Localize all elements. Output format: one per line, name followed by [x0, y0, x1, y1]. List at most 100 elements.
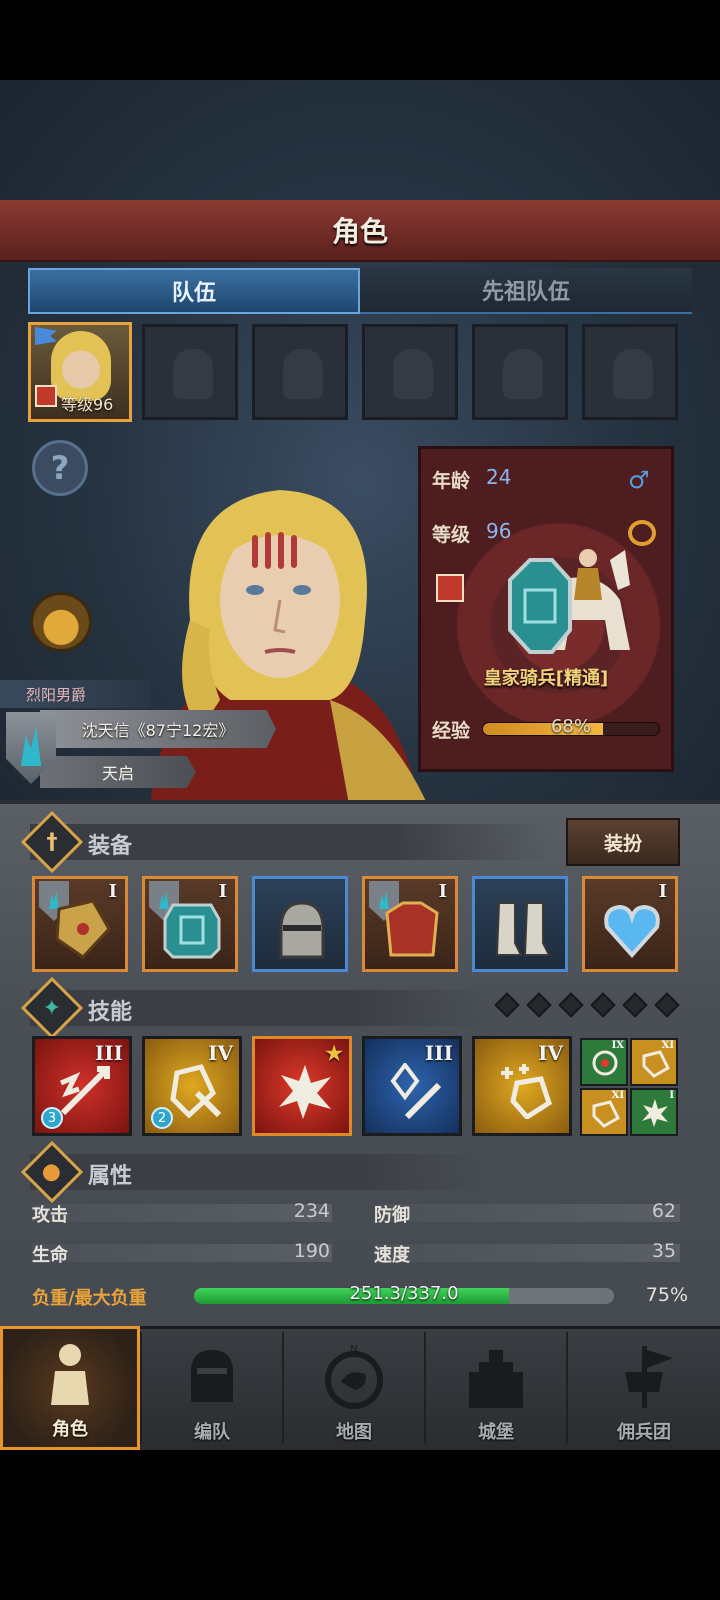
- skill-tier: III: [94, 1041, 123, 1065]
- male-icon: ♂: [628, 466, 650, 494]
- defense-label: 防御: [374, 1205, 410, 1226]
- equip-slot-gauntlet[interactable]: I: [32, 876, 128, 972]
- leader-flag-icon: [35, 327, 57, 345]
- cavalry-badge-icon: [35, 385, 57, 407]
- armor-icon: [385, 901, 439, 957]
- pouch-button[interactable]: [30, 592, 92, 652]
- skill-tier: IV: [208, 1041, 233, 1065]
- equip-slot-boots[interactable]: [472, 876, 568, 972]
- mini-skill-slot[interactable]: XI: [630, 1038, 678, 1086]
- nav-castle[interactable]: 城堡: [426, 1326, 566, 1450]
- level-label: 等级: [432, 524, 471, 546]
- party-slot-empty[interactable]: [362, 324, 458, 420]
- burst-icon: [279, 1065, 331, 1119]
- party-slot-empty[interactable]: [142, 324, 238, 420]
- party-slot-empty[interactable]: [582, 324, 678, 420]
- skill-gem-count: 3: [41, 1107, 63, 1129]
- skill-gem-count: 2: [151, 1107, 173, 1129]
- equip-slot-helmet[interactable]: [252, 876, 348, 972]
- crystal-sword-icon: [390, 1063, 442, 1119]
- nav-formation[interactable]: 编队: [142, 1326, 282, 1450]
- equip-slot-shield[interactable]: I: [142, 876, 238, 972]
- skill-tier: IV: [538, 1041, 563, 1065]
- defense-value: 62: [651, 1200, 676, 1222]
- shield-icon: [642, 1050, 670, 1078]
- helmet-placeholder-icon: [393, 349, 433, 399]
- attack-value: 234: [293, 1200, 330, 1222]
- speed-value: 35: [651, 1240, 676, 1262]
- shield-icon: [592, 1100, 620, 1128]
- mini-skill-slot[interactable]: XI: [580, 1088, 628, 1136]
- helmet-placeholder-icon: [613, 349, 653, 399]
- party-slot-empty[interactable]: [252, 324, 348, 420]
- character-title: 烈阳男爵: [0, 680, 150, 708]
- helmet-placeholder-icon: [503, 349, 543, 399]
- nav-character[interactable]: 角色: [0, 1326, 140, 1450]
- target-icon: [592, 1050, 618, 1076]
- mini-skill-slot[interactable]: IX: [580, 1038, 628, 1086]
- hp-label: 生命: [32, 1245, 68, 1266]
- equipment-title: 装备: [88, 834, 133, 859]
- load-value: 251.3/337.0: [349, 1283, 459, 1304]
- nav-label: 城堡: [478, 1422, 514, 1443]
- amulet-icon: [604, 904, 660, 959]
- nav-mercenary[interactable]: 佣兵团: [568, 1326, 720, 1450]
- unit-illustration[interactable]: [490, 540, 640, 670]
- banner-icon: [625, 1346, 673, 1408]
- helmet-placeholder-icon: [283, 349, 323, 399]
- mini-skill-slot[interactable]: I: [630, 1088, 678, 1136]
- attributes-title: 属性: [88, 1164, 133, 1189]
- helmet-group-icon: [191, 1350, 233, 1402]
- load-label: 负重/最大负重: [32, 1288, 147, 1309]
- skill-slot[interactable]: IV: [472, 1036, 572, 1136]
- svg-text:N: N: [350, 1344, 357, 1355]
- nav-label: 编队: [194, 1422, 230, 1443]
- castle-icon: [469, 1350, 523, 1408]
- page-title-banner: 角色: [0, 200, 720, 262]
- sword-strike-icon: [60, 1066, 110, 1116]
- nav-label: 地图: [336, 1422, 372, 1443]
- top-black-bar: [0, 0, 720, 80]
- nav-label: 角色: [52, 1419, 88, 1440]
- shield-icon: [163, 903, 221, 959]
- hero-level-label: 等级96: [61, 395, 114, 414]
- help-button[interactable]: ?: [32, 440, 88, 496]
- nav-map[interactable]: N 地图: [284, 1326, 424, 1450]
- tab-ancestor-team[interactable]: 先祖队伍: [360, 268, 692, 314]
- party-slot-hero[interactable]: 等级96: [28, 322, 132, 422]
- skill-slot[interactable]: ★: [252, 1036, 352, 1136]
- exp-label: 经验: [432, 720, 471, 742]
- equip-slot-amulet[interactable]: I: [582, 876, 678, 972]
- compass-map-icon: N: [325, 1344, 383, 1409]
- page-title: 角色: [331, 215, 388, 248]
- question-icon: ?: [50, 449, 70, 487]
- boots-icon: [495, 902, 551, 956]
- hp-value: 190: [293, 1240, 330, 1262]
- knight-icon: [51, 1344, 89, 1405]
- nav-label: 佣兵团: [617, 1422, 671, 1443]
- helmet-placeholder-icon: [173, 349, 213, 399]
- cavalry-badge-icon: [436, 574, 464, 602]
- speed-label: 速度: [374, 1245, 410, 1266]
- tab-team[interactable]: 队伍: [28, 268, 360, 314]
- burst-icon: [642, 1099, 668, 1127]
- mini-skill-tier: I: [669, 1090, 674, 1101]
- character-name[interactable]: 沈天信《87宁12宏》: [40, 710, 276, 748]
- equip-slot-armor[interactable]: I: [362, 876, 458, 972]
- party-slot-empty[interactable]: [472, 324, 568, 420]
- helmet-icon: [279, 901, 325, 959]
- gauntlet-icon: [55, 899, 111, 959]
- skills-title: 技能: [88, 1000, 133, 1025]
- attack-label: 攻击: [32, 1205, 68, 1226]
- character-faction: 天启: [40, 756, 196, 788]
- skill-tier: ★: [325, 1041, 343, 1065]
- skill-slot[interactable]: III: [362, 1036, 462, 1136]
- load-percent: 75%: [645, 1284, 688, 1306]
- age-label: 年龄: [432, 470, 471, 492]
- unit-name: 皇家骑兵[精通]: [483, 668, 609, 689]
- shield-bash-icon: [170, 1064, 222, 1119]
- shield-buff-icon: [501, 1064, 552, 1119]
- skill-slot[interactable]: III 3: [32, 1036, 132, 1136]
- dress-up-button[interactable]: 装扮: [566, 818, 680, 866]
- skill-slot[interactable]: IV 2: [142, 1036, 242, 1136]
